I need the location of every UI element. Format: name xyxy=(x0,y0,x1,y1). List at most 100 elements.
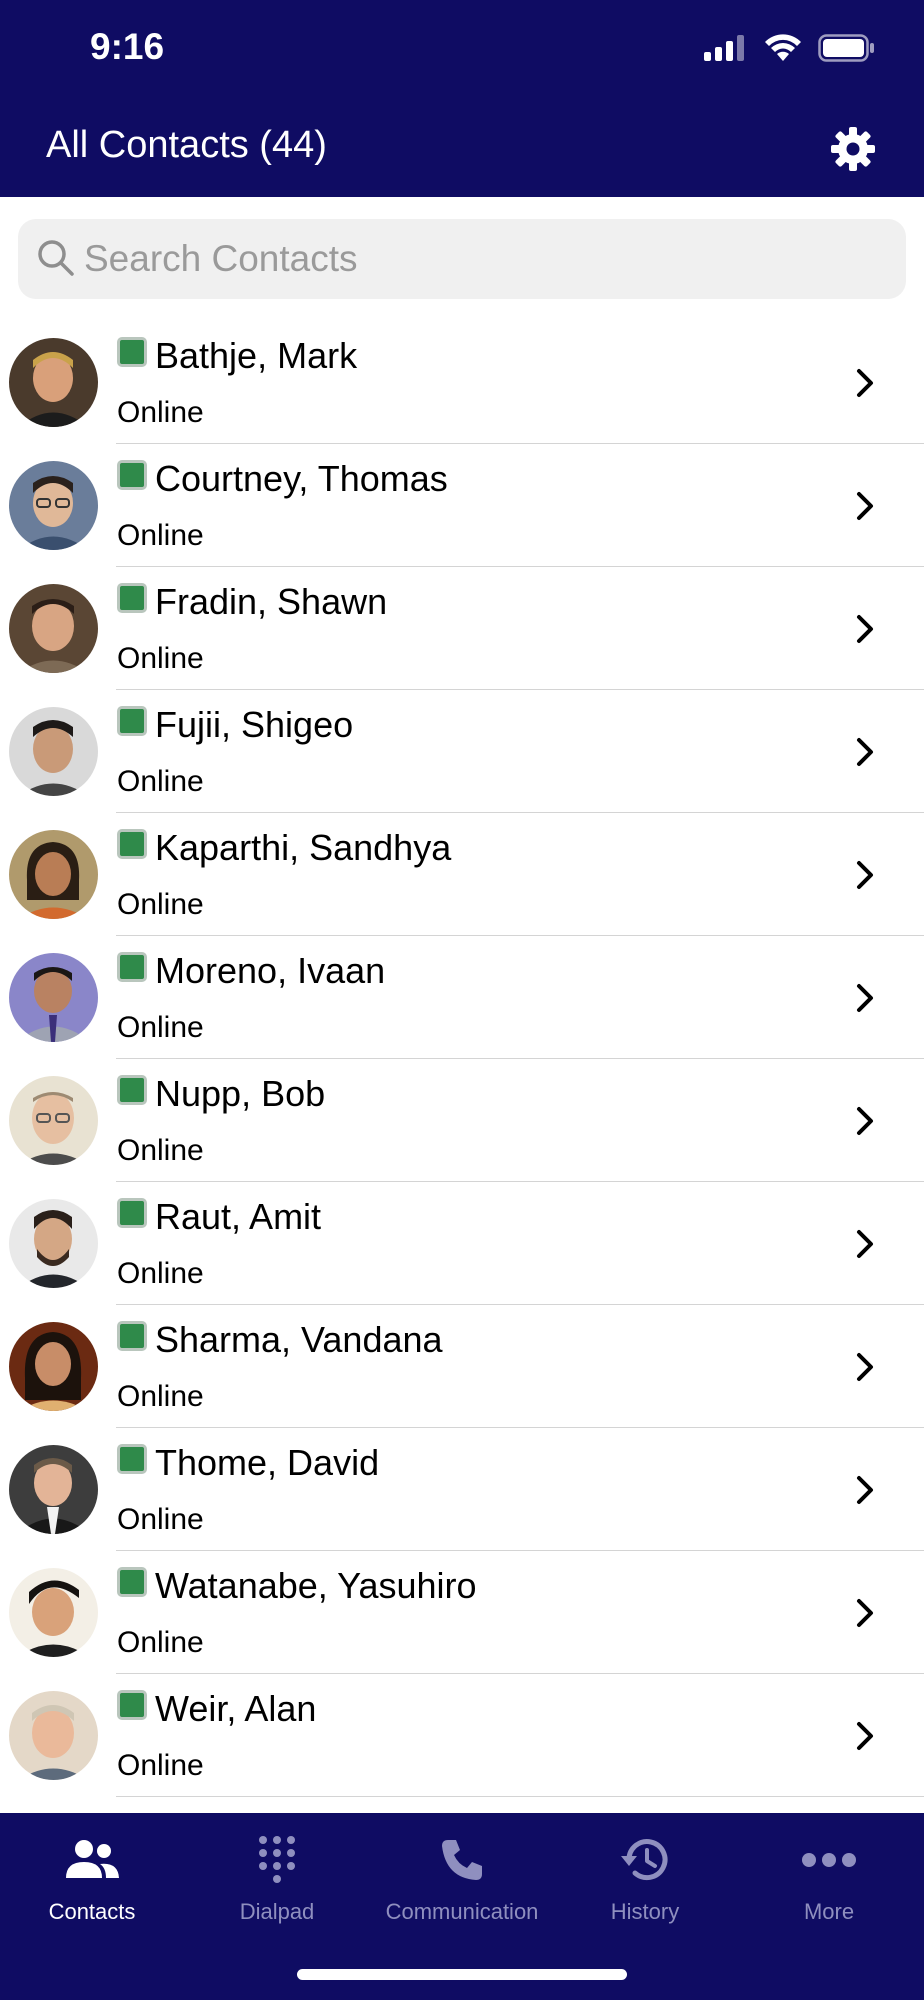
tab-label: Contacts xyxy=(48,1899,136,1924)
settings-button[interactable] xyxy=(826,122,880,176)
chevron-right-icon xyxy=(857,1107,873,1135)
chevron-right-icon xyxy=(857,984,873,1012)
contact-status: Online xyxy=(117,1257,204,1290)
contact-row[interactable]: Watanabe, Yasuhiro Online xyxy=(0,1551,924,1674)
chevron-right-icon xyxy=(857,1722,873,1750)
contact-status: Online xyxy=(117,765,204,798)
contact-row[interactable]: Fradin, Shawn Online xyxy=(0,567,924,690)
contact-status: Online xyxy=(117,1380,204,1413)
avatar xyxy=(9,1445,98,1534)
contact-name: Courtney, Thomas xyxy=(155,458,448,499)
search-icon xyxy=(38,240,74,276)
chevron-right-icon xyxy=(857,1230,873,1258)
avatar xyxy=(9,1568,98,1657)
contact-name: Thome, David xyxy=(155,1442,380,1483)
avatar xyxy=(9,1076,98,1165)
contact-status: Online xyxy=(117,519,204,552)
avatar xyxy=(9,584,98,673)
presence-online-indicator xyxy=(117,1198,147,1228)
phone-icon xyxy=(432,1833,492,1887)
avatar xyxy=(9,953,98,1042)
presence-online-indicator xyxy=(117,952,147,982)
dialpad-icon xyxy=(247,1833,307,1887)
contact-status: Online xyxy=(117,888,204,921)
status-bar: 9:16 xyxy=(0,0,924,100)
contact-name: Moreno, Ivaan xyxy=(155,950,386,991)
avatar xyxy=(9,1691,98,1780)
tab-more[interactable]: More xyxy=(737,1813,921,1943)
contact-name: Kaparthi, Sandhya xyxy=(155,827,452,868)
tab-communication[interactable]: Communication xyxy=(370,1813,554,1943)
home-indicator xyxy=(297,1969,627,1980)
contact-row[interactable]: Kaparthi, Sandhya Online xyxy=(0,813,924,936)
chevron-right-icon xyxy=(857,615,873,643)
presence-online-indicator xyxy=(117,1690,147,1720)
gear-icon xyxy=(831,127,875,171)
presence-online-indicator xyxy=(117,460,147,490)
avatar xyxy=(9,707,98,796)
contact-row[interactable]: Thome, David Online xyxy=(0,1428,924,1551)
presence-online-indicator xyxy=(117,1444,147,1474)
contact-status: Online xyxy=(117,1011,204,1044)
title-row: All Contacts (44) xyxy=(0,110,924,190)
history-icon xyxy=(615,1833,675,1887)
contact-status: Online xyxy=(117,1749,204,1782)
contact-row[interactable]: Fujii, Shigeo Online xyxy=(0,690,924,813)
cellular-signal-icon xyxy=(704,35,744,61)
presence-online-indicator xyxy=(117,1321,147,1351)
contact-row[interactable]: Bathje, Mark Online xyxy=(0,321,924,444)
presence-online-indicator xyxy=(117,1567,147,1597)
status-icons xyxy=(704,34,876,62)
contact-name: Bathje, Mark xyxy=(155,335,358,376)
tab-label: More xyxy=(803,1899,855,1924)
chevron-right-icon xyxy=(857,738,873,766)
contact-row[interactable]: Weir, Alan Online xyxy=(0,1674,924,1797)
contact-name: Nupp, Bob xyxy=(155,1073,326,1114)
contact-list: Bathje, Mark Online Courtney, Thomas Onl… xyxy=(0,321,924,1813)
chevron-right-icon xyxy=(857,492,873,520)
avatar xyxy=(9,830,98,919)
presence-online-indicator xyxy=(117,583,147,613)
contact-row-partial[interactable] xyxy=(0,1797,924,1813)
contact-row[interactable]: Nupp, Bob Online xyxy=(0,1059,924,1182)
tab-label: Dialpad xyxy=(239,1899,315,1924)
page-title: All Contacts (44) xyxy=(46,124,327,166)
avatar xyxy=(9,338,98,427)
contact-row[interactable]: Moreno, Ivaan Online xyxy=(0,936,924,1059)
presence-online-indicator xyxy=(117,829,147,859)
contact-name: Fujii, Shigeo xyxy=(155,704,354,745)
contact-name: Sharma, Vandana xyxy=(155,1319,443,1360)
battery-icon xyxy=(818,34,874,62)
contact-name: Watanabe, Yasuhiro xyxy=(155,1565,477,1606)
contact-status: Online xyxy=(117,1626,204,1659)
tab-label: Communication xyxy=(385,1899,539,1924)
more-icon xyxy=(799,1833,859,1887)
contact-row[interactable]: Raut, Amit Online xyxy=(0,1182,924,1305)
tab-history[interactable]: History xyxy=(553,1813,737,1943)
presence-online-indicator xyxy=(117,706,147,736)
avatar xyxy=(9,1199,98,1288)
app-header: 9:16 All Contacts (44) xyxy=(0,0,924,197)
contact-row[interactable]: Courtney, Thomas Online xyxy=(0,444,924,567)
chevron-right-icon xyxy=(857,1599,873,1627)
status-time: 9:16 xyxy=(90,26,165,67)
search-input[interactable] xyxy=(84,219,884,299)
avatar xyxy=(9,461,98,550)
tab-label: History xyxy=(610,1899,680,1924)
contact-status: Online xyxy=(117,642,204,675)
contact-row[interactable]: Sharma, Vandana Online xyxy=(0,1305,924,1428)
contact-name: Weir, Alan xyxy=(155,1688,317,1729)
tab-contacts[interactable]: Contacts xyxy=(0,1813,184,1943)
presence-online-indicator xyxy=(117,1075,147,1105)
people-icon xyxy=(62,1833,122,1887)
chevron-right-icon xyxy=(857,1353,873,1381)
contact-status: Online xyxy=(117,1134,204,1167)
chevron-right-icon xyxy=(857,1476,873,1504)
tab-dialpad[interactable]: Dialpad xyxy=(185,1813,369,1943)
search-bar[interactable] xyxy=(18,219,906,299)
contact-status: Online xyxy=(117,396,204,429)
contact-name: Raut, Amit xyxy=(155,1196,322,1237)
contact-status: Online xyxy=(117,1503,204,1536)
avatar xyxy=(9,1322,98,1411)
chevron-right-icon xyxy=(857,369,873,397)
